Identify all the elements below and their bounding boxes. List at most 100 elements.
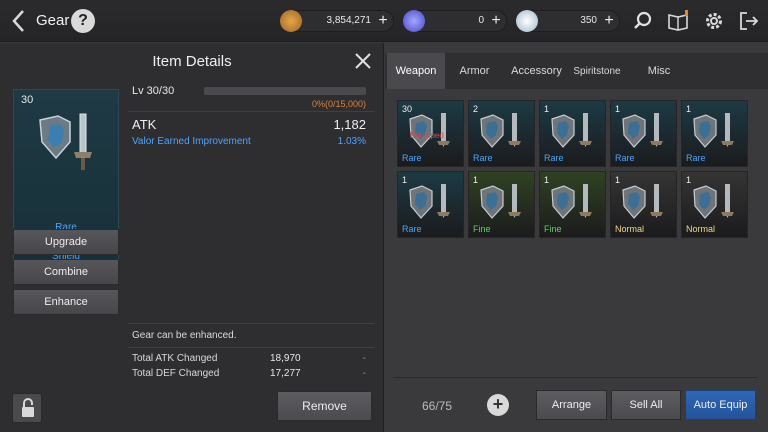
xp-text: 0%(0/15,000) xyxy=(311,99,366,109)
top-bar: Gear ? 3,854,271 + 0 + 350 + xyxy=(0,0,768,42)
enhance-note: Gear can be enhanced. xyxy=(132,330,237,341)
slot-grade: Rare xyxy=(473,153,493,163)
tab-armor[interactable]: Armor xyxy=(447,53,502,89)
divider xyxy=(393,377,757,378)
slot-level: 1 xyxy=(473,175,479,185)
atk-label: ATK xyxy=(132,117,157,132)
slot-grade: Fine xyxy=(544,224,562,234)
add-slot-button[interactable]: + xyxy=(487,394,509,416)
help-button[interactable]: ? xyxy=(71,9,95,33)
divider xyxy=(128,347,374,348)
page-title: Gear xyxy=(36,12,70,29)
crystal-icon xyxy=(516,10,538,32)
inventory-slot[interactable]: 30 Equipped Rare xyxy=(397,100,464,167)
inventory-slot[interactable]: 1 Normal xyxy=(610,171,677,238)
slot-level: 1 xyxy=(615,104,621,114)
slot-grade: Fine xyxy=(473,224,491,234)
search-icon[interactable] xyxy=(632,10,654,32)
crystal-amount: 350 xyxy=(580,15,597,26)
add-crystal-button[interactable]: + xyxy=(601,13,617,29)
auto-equip-button[interactable]: Auto Equip xyxy=(685,390,756,420)
inventory-slot[interactable]: 2 Rare xyxy=(468,100,535,167)
enhance-button[interactable]: Enhance xyxy=(13,289,119,315)
purple-gem-icon xyxy=(403,10,425,32)
item-details-panel: Item Details 30 Rare Heavenly Sword and … xyxy=(0,43,384,432)
sell-all-button[interactable]: Sell All xyxy=(611,390,681,420)
category-tabs: Weapon Armor Accessory Spiritstone Misc xyxy=(385,53,768,89)
total-atk-change: - xyxy=(362,353,366,364)
add-gem-button[interactable]: + xyxy=(488,13,504,29)
valor-label: Valor Earned Improvement xyxy=(132,136,251,147)
sword-and-shield-icon xyxy=(551,113,592,148)
tab-spiritstone[interactable]: Spiritstone xyxy=(571,53,623,89)
sword-and-shield-icon xyxy=(480,113,521,148)
sword-and-shield-icon xyxy=(622,184,663,219)
total-def-value: 17,277 xyxy=(270,368,301,379)
atk-value: 1,182 xyxy=(333,117,366,132)
xp-progress-bar xyxy=(204,87,366,95)
inventory-slot[interactable]: 1 Rare xyxy=(539,100,606,167)
add-gold-button[interactable]: + xyxy=(375,13,391,29)
total-atk-label: Total ATK Changed xyxy=(132,353,218,364)
slot-level: 30 xyxy=(402,104,413,114)
lock-icon[interactable] xyxy=(12,393,42,423)
gear-icon[interactable] xyxy=(703,10,725,32)
total-def-change: - xyxy=(362,368,366,379)
slot-grade: Rare xyxy=(544,153,564,163)
item-level: 30 xyxy=(21,94,34,106)
sword-and-shield-icon xyxy=(551,184,592,219)
slot-grade: Rare xyxy=(402,224,422,234)
divider xyxy=(128,111,374,112)
sword-and-shield-icon xyxy=(409,184,450,219)
slot-grade: Rare xyxy=(402,153,422,163)
exit-icon[interactable] xyxy=(738,10,760,32)
total-def-label: Total DEF Changed xyxy=(132,368,220,379)
slot-level: 1 xyxy=(402,175,408,185)
slot-level: 2 xyxy=(473,104,479,114)
slot-level: 1 xyxy=(615,175,621,185)
back-arrow-icon[interactable] xyxy=(8,8,30,34)
sword-and-shield-icon xyxy=(39,113,92,170)
slot-grade: Normal xyxy=(615,224,645,234)
slot-grade: Normal xyxy=(686,224,716,234)
inventory-slot[interactable]: 1 Rare xyxy=(397,171,464,238)
upgrade-button[interactable]: Upgrade xyxy=(13,229,119,255)
slot-level: 1 xyxy=(544,175,550,185)
slot-grade: Rare xyxy=(686,153,706,163)
equipped-badge: Equipped xyxy=(410,131,444,140)
inventory-slot[interactable]: 1 Normal xyxy=(681,171,748,238)
gem-amount: 0 xyxy=(478,15,484,26)
sword-and-shield-icon xyxy=(480,184,521,219)
collection-book-icon[interactable] xyxy=(667,10,689,32)
tab-weapon[interactable]: Weapon xyxy=(387,53,445,89)
slot-level: 1 xyxy=(544,104,550,114)
close-icon[interactable] xyxy=(353,51,373,71)
tab-misc[interactable]: Misc xyxy=(625,53,693,89)
gold-amount: 3,854,271 xyxy=(326,15,372,26)
level-label: Lv 30/30 xyxy=(132,85,175,97)
inventory-slot[interactable]: 1 Rare xyxy=(610,100,677,167)
inventory-panel: Weapon Armor Accessory Spiritstone Misc … xyxy=(385,43,768,432)
inventory-count: 66/75 xyxy=(422,399,453,413)
gold-currency: 3,854,271 + xyxy=(280,10,394,32)
remove-button[interactable]: Remove xyxy=(277,391,372,421)
divider xyxy=(128,323,374,324)
inventory-slot[interactable]: 1 Fine xyxy=(468,171,535,238)
crystal-currency: 350 + xyxy=(516,10,620,32)
slot-grade: Rare xyxy=(615,153,635,163)
combine-button[interactable]: Combine xyxy=(13,259,119,285)
total-atk-value: 18,970 xyxy=(270,353,301,364)
inventory-slot[interactable]: 1 Rare xyxy=(681,100,748,167)
valor-value: 1.03% xyxy=(337,136,366,147)
panel-title: Item Details xyxy=(152,53,232,70)
slot-level: 1 xyxy=(686,175,692,185)
item-stats: Lv 30/30 0%(0/15,000) ATK 1,182 Valor Ea… xyxy=(128,83,374,389)
sword-and-shield-icon xyxy=(693,113,734,148)
sword-and-shield-icon xyxy=(622,113,663,148)
inventory-slot[interactable]: 1 Fine xyxy=(539,171,606,238)
slot-level: 1 xyxy=(686,104,692,114)
tab-accessory[interactable]: Accessory xyxy=(504,53,569,89)
gem-currency: 0 + xyxy=(403,10,507,32)
gold-coin-icon xyxy=(280,10,302,32)
arrange-button[interactable]: Arrange xyxy=(536,390,607,420)
